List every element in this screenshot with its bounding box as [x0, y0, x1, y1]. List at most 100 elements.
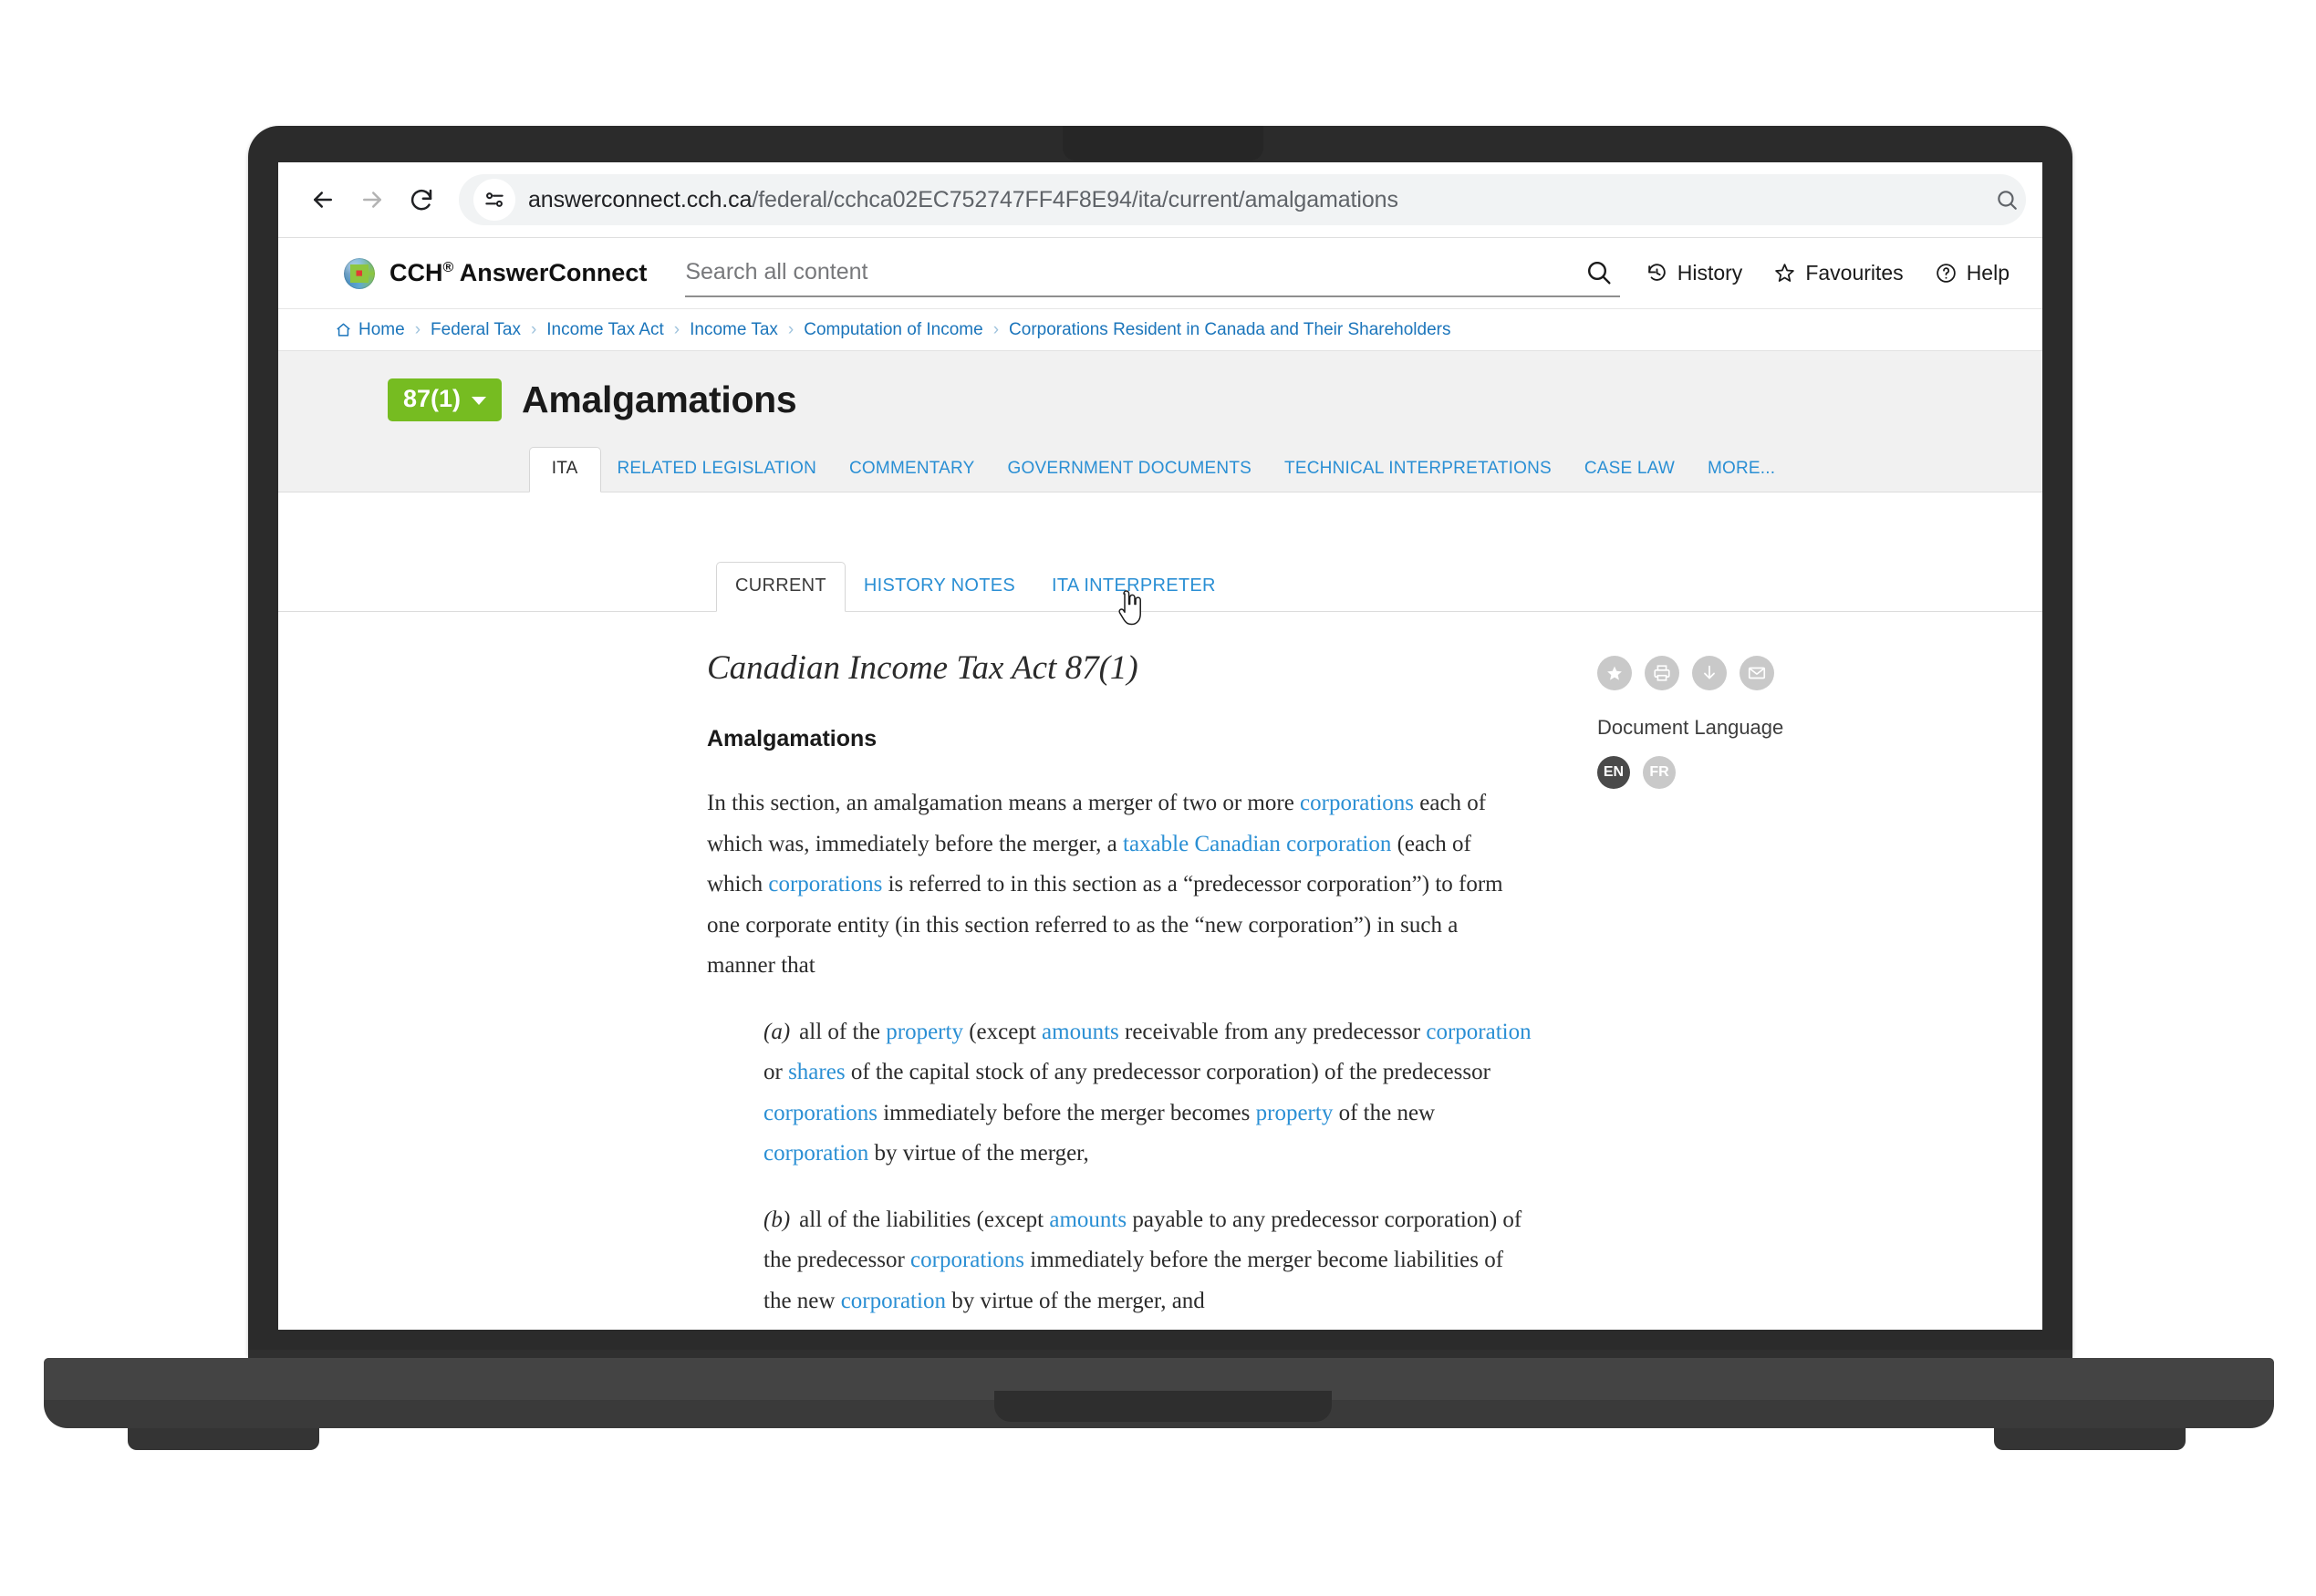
- cch-logo-icon: [344, 257, 375, 289]
- url-text: answerconnect.cch.ca/federal/cchca02EC75…: [528, 187, 1398, 213]
- url-path-1: /federal/cchca02EC752747FF4F8E94: [752, 186, 1132, 212]
- reload-button[interactable]: [397, 175, 446, 224]
- laptop-foot-right: [1994, 1428, 2186, 1450]
- download-button[interactable]: [1692, 656, 1727, 690]
- title-band: 87(1) Amalgamations ITA RELATED LEGISLAT…: [278, 351, 2042, 492]
- link-property[interactable]: property: [886, 1020, 963, 1044]
- tab-more[interactable]: MORE...: [1691, 448, 1792, 492]
- download-icon: [1704, 665, 1715, 679]
- url-path-2: /ita/current/amalgamations: [1131, 186, 1398, 212]
- text-run: In this section, an amalgamation means a…: [707, 791, 1301, 815]
- search-icon: [1998, 191, 2017, 210]
- laptop-screen: answerconnect.cch.ca/federal/cchca02EC75…: [278, 162, 2042, 1330]
- back-button[interactable]: [298, 175, 348, 224]
- tab-ita[interactable]: ITA: [528, 447, 601, 492]
- breadcrumb-separator: ›: [992, 319, 1000, 339]
- chevron-down-icon: [472, 396, 487, 405]
- section-badge-label: 87(1): [403, 385, 462, 412]
- language-fr-button[interactable]: FR: [1643, 756, 1676, 789]
- brand-registered-mark: ®: [442, 260, 454, 275]
- subtab-ita-interpreter[interactable]: ITA INTERPRETER: [1033, 563, 1234, 611]
- section-badge[interactable]: 87(1): [388, 378, 503, 421]
- brand-title: CCH® AnswerConnect: [389, 259, 647, 287]
- link-taxable-canadian-corporation[interactable]: taxable Canadian corporation: [1123, 832, 1391, 856]
- tab-commentary[interactable]: COMMENTARY: [833, 448, 991, 492]
- document-action-icons: [1597, 656, 1871, 690]
- help-label: Help: [1966, 261, 2010, 285]
- arrow-left-icon: [314, 192, 332, 208]
- page-zoom-button[interactable]: [1995, 188, 2019, 216]
- link-shares[interactable]: shares: [788, 1060, 845, 1084]
- breadcrumb-item-corporations-resident[interactable]: Corporations Resident in Canada and Thei…: [1009, 320, 1450, 340]
- tab-case-law[interactable]: CASE LAW: [1568, 448, 1691, 492]
- subtab-history-notes[interactable]: HISTORY NOTES: [846, 563, 1033, 611]
- forward-button[interactable]: [348, 175, 397, 224]
- reload-icon: [410, 189, 432, 211]
- link-property[interactable]: property: [1256, 1101, 1334, 1125]
- print-button[interactable]: [1645, 656, 1679, 690]
- history-label: History: [1677, 261, 1743, 285]
- document-tool-rail: Document Language EN FR: [1597, 656, 1871, 789]
- search-bar[interactable]: Search all content: [685, 250, 1620, 297]
- breadcrumb-separator: ›: [673, 319, 680, 339]
- link-corporations[interactable]: corporations: [763, 1101, 878, 1125]
- link-corporation[interactable]: corporation: [763, 1141, 868, 1166]
- breadcrumb-item-income-tax[interactable]: Income Tax: [690, 320, 778, 340]
- page-title: Amalgamations: [522, 378, 797, 420]
- text-run: (except: [962, 1019, 1043, 1044]
- clause-letter: (a): [763, 1019, 791, 1044]
- link-corporation[interactable]: corporation: [841, 1289, 946, 1313]
- text-run: by virtue of the merger, and: [945, 1288, 1205, 1313]
- link-corporations[interactable]: corporations: [768, 872, 882, 896]
- main-tabs: ITA RELATED LEGISLATION COMMENTARY GOVER…: [278, 447, 2042, 492]
- document-title: Canadian Income Tax Act 87(1): [707, 649, 1138, 687]
- brand-suffix: AnswerConnect: [453, 259, 648, 286]
- breadcrumb-item-computation-of-income[interactable]: Computation of Income: [804, 320, 982, 340]
- breadcrumb-item-home[interactable]: Home: [335, 320, 405, 340]
- text-run: by virtue of the merger,: [868, 1141, 1089, 1166]
- paragraph-intro: In this section, an amalgamation means a…: [707, 783, 1532, 987]
- favourites-label: Favourites: [1805, 261, 1904, 285]
- url-host: answerconnect.cch.ca: [528, 186, 753, 212]
- laptop-foot-left: [128, 1428, 319, 1450]
- subtab-current[interactable]: CURRENT: [716, 562, 846, 612]
- clause-letter: (b): [763, 1207, 791, 1232]
- text-run: all of the liabilities (except: [799, 1207, 1050, 1232]
- arrow-right-icon: [363, 192, 381, 208]
- breadcrumb-item-federal-tax[interactable]: Federal Tax: [431, 320, 521, 340]
- site-settings-button[interactable]: [473, 179, 515, 221]
- text-run: of the new: [1333, 1100, 1436, 1125]
- tab-technical-interpretations[interactable]: TECHNICAL INTERPRETATIONS: [1268, 448, 1568, 492]
- tab-related-legislation[interactable]: RELATED LEGISLATION: [601, 448, 834, 492]
- text-run: all of the: [799, 1019, 887, 1044]
- link-corporations[interactable]: corporations: [1300, 791, 1414, 815]
- text-run: of the capital stock of any predecessor …: [845, 1060, 1490, 1084]
- history-button[interactable]: History: [1646, 261, 1743, 285]
- link-corporation[interactable]: corporation: [1426, 1020, 1531, 1044]
- address-bar[interactable]: answerconnect.cch.ca/federal/cchca02EC75…: [459, 174, 2026, 225]
- tab-government-documents[interactable]: GOVERNMENT DOCUMENTS: [991, 448, 1268, 492]
- link-amounts[interactable]: amounts: [1049, 1207, 1127, 1232]
- document-subheading: Amalgamations: [707, 726, 878, 751]
- print-icon: [1654, 665, 1670, 681]
- brand-name: CCH: [389, 259, 443, 286]
- document-language-options: EN FR: [1597, 756, 1871, 789]
- search-submit-button[interactable]: [1578, 252, 1620, 294]
- add-to-favourites-button[interactable]: [1597, 656, 1632, 690]
- search-input[interactable]: Search all content: [685, 259, 1577, 285]
- language-en-button[interactable]: EN: [1597, 756, 1630, 789]
- link-amounts[interactable]: amounts: [1042, 1020, 1119, 1044]
- breadcrumb-item-income-tax-act[interactable]: Income Tax Act: [546, 320, 664, 340]
- email-icon: [1748, 667, 1766, 679]
- document-language-label: Document Language: [1597, 716, 1784, 739]
- browser-toolbar: answerconnect.cch.ca/federal/cchca02EC75…: [278, 162, 2042, 238]
- document-area: Document Language EN FR Canadian Income …: [278, 612, 2042, 1313]
- help-button[interactable]: Help: [1935, 261, 2010, 285]
- clause-a: (a) all of the property (except amounts r…: [763, 1012, 1532, 1175]
- home-icon: [337, 323, 350, 337]
- link-corporations[interactable]: corporations: [910, 1248, 1024, 1272]
- favourites-button[interactable]: Favourites: [1773, 261, 1904, 285]
- title-row: 87(1) Amalgamations: [278, 378, 2042, 421]
- tune-icon: [485, 192, 504, 207]
- email-button[interactable]: [1740, 656, 1774, 690]
